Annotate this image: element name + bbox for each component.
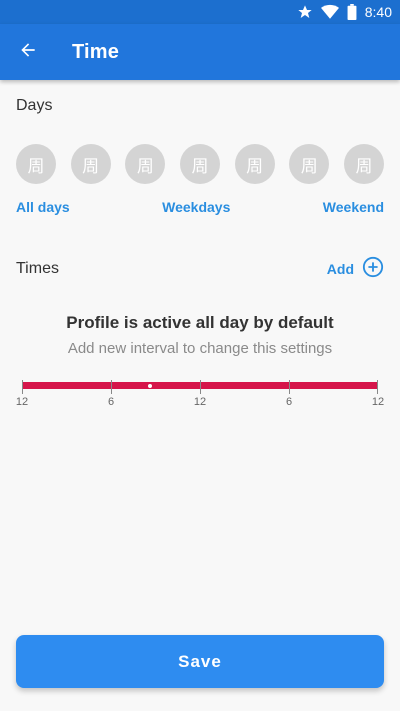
timeline-tick — [377, 380, 378, 394]
wifi-icon — [320, 4, 339, 20]
tick-label: 6 — [107, 396, 115, 408]
status-time: 8:40 — [364, 4, 392, 20]
tick-label: 12 — [15, 396, 29, 408]
day-toggle-2[interactable]: 周 — [70, 144, 111, 184]
timeline-tick — [22, 380, 23, 394]
day-presets: All days Weekdays Weekend — [16, 199, 384, 215]
times-label: Times — [16, 260, 59, 277]
timeline-tick — [289, 380, 290, 394]
tick-label: 12 — [193, 396, 207, 408]
star-icon — [297, 4, 313, 20]
timeline-tick — [200, 380, 201, 394]
tick-label: 12 — [371, 396, 385, 408]
day-toggle-4[interactable]: 周 — [179, 144, 220, 184]
days-label: Days — [16, 97, 53, 114]
tick-label: 6 — [285, 396, 293, 408]
back-button[interactable] — [0, 24, 56, 80]
days-selector: 周 周 周 周 周 周 周 — [16, 144, 384, 184]
save-button[interactable]: Save — [16, 635, 384, 688]
status-bar: 8:40 — [0, 0, 400, 24]
battery-icon — [347, 4, 357, 20]
day-toggle-3[interactable]: 周 — [125, 144, 166, 184]
info-title: Profile is active all day by default — [66, 313, 334, 332]
timeline-labels: 12 6 12 6 12 — [0, 396, 400, 410]
weekdays-link[interactable]: Weekdays — [162, 199, 230, 215]
day-timeline — [22, 380, 378, 394]
day-toggle-1[interactable]: 周 — [16, 144, 56, 184]
add-label: Add — [326, 261, 354, 277]
day-toggle-5[interactable]: 周 — [234, 144, 275, 184]
all-days-link[interactable]: All days — [16, 199, 70, 215]
add-interval-button[interactable]: Add — [327, 256, 384, 283]
app-bar: Time — [0, 24, 400, 80]
info-subtitle: Add new interval to change this settings — [67, 340, 333, 357]
plus-circle-icon — [362, 256, 384, 283]
page-title: Time — [72, 40, 120, 63]
day-toggle-7[interactable]: 周 — [343, 144, 384, 184]
arrow-left-icon — [18, 40, 38, 65]
weekend-link[interactable]: Weekend — [323, 199, 384, 215]
timeline-tick — [111, 380, 112, 394]
times-header: Times Add — [16, 256, 384, 283]
day-toggle-6[interactable]: 周 — [289, 144, 330, 184]
